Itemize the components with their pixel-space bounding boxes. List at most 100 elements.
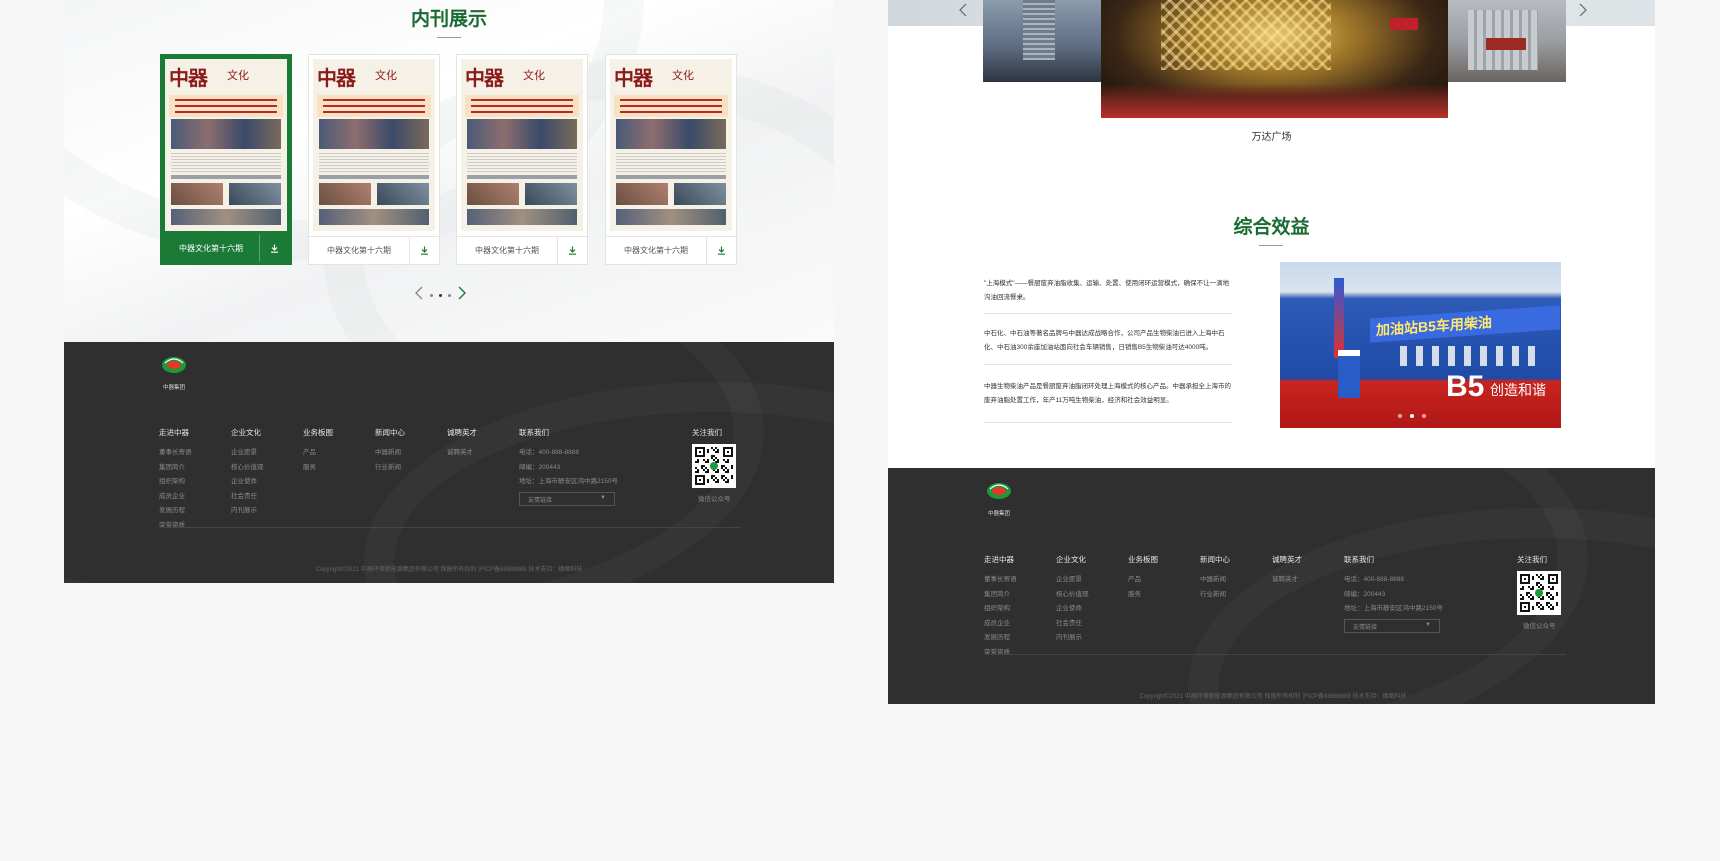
footer-link[interactable]: 行业新闻 bbox=[1200, 588, 1226, 598]
footer-link[interactable]: 企业愿景 bbox=[1056, 573, 1082, 583]
footer-column-title: 企业文化 bbox=[231, 428, 261, 437]
wechat-qr-code bbox=[1517, 571, 1561, 615]
footer-link[interactable]: 董事长寄语 bbox=[984, 573, 1017, 583]
project-image-main[interactable] bbox=[1101, 0, 1448, 118]
friend-links-select[interactable]: 友情链接 ▼ bbox=[1344, 619, 1440, 633]
footer-logo[interactable]: 中器集团 bbox=[159, 356, 189, 391]
footer-column-title: 新闻中心 bbox=[375, 428, 405, 437]
footer-address: 地址：上海市静安区鸿中路2150号 bbox=[1344, 605, 1443, 612]
pager-dot[interactable] bbox=[430, 294, 433, 297]
chevron-left-icon[interactable] bbox=[414, 286, 424, 305]
footer-link[interactable]: 发展历程 bbox=[984, 631, 1010, 641]
footer-link[interactable]: 产品 bbox=[1128, 573, 1141, 583]
photo-dot[interactable] bbox=[1422, 414, 1426, 418]
chevron-right-icon[interactable] bbox=[1578, 2, 1588, 21]
footer-link[interactable]: 内刊展示 bbox=[1056, 631, 1082, 641]
footer-column-title: 关注我们 bbox=[692, 428, 722, 437]
copyright-text: Copyright©2021 中器环保新能源集团有限公司 保留所有权利 沪ICP… bbox=[1139, 694, 1407, 700]
magazine-cover[interactable]: 中器 文化 bbox=[610, 59, 732, 231]
footer-link[interactable]: 董事长寄语 bbox=[159, 446, 192, 456]
photo-b5-text: B5 bbox=[1446, 370, 1485, 403]
chevron-down-icon: ▼ bbox=[1425, 622, 1431, 628]
select-placeholder: 友情链接 bbox=[528, 497, 553, 504]
magazine-cover[interactable]: 中器 文化 bbox=[461, 59, 583, 231]
footer-column-title: 诚聘英才 bbox=[447, 428, 477, 437]
footer-link[interactable]: 发展历程 bbox=[159, 504, 185, 514]
footer-link[interactable]: 集团简介 bbox=[159, 461, 185, 471]
footer-link[interactable]: 中器新闻 bbox=[375, 446, 401, 456]
copyright-text: Copyright©2021 中器环保新能源集团有限公司 保留所有权利 沪ICP… bbox=[315, 567, 583, 573]
footer-link[interactable]: 企业使命 bbox=[1056, 602, 1082, 612]
section-title: 内刊展示 bbox=[410, 9, 487, 30]
cover-logo-sub: 文化 bbox=[523, 69, 545, 82]
magazine-title[interactable]: 中器文化第十六期 bbox=[457, 245, 557, 256]
footer-link[interactable]: 组织架构 bbox=[159, 475, 185, 485]
footer-link[interactable]: 中器新闻 bbox=[1200, 573, 1226, 583]
footer-link[interactable]: 服务 bbox=[303, 461, 316, 471]
divider bbox=[984, 364, 1232, 365]
magazine-cover[interactable]: 中器 文化 bbox=[165, 59, 287, 231]
footer-link[interactable]: 成员企业 bbox=[159, 490, 185, 500]
benefit-paragraph: 中器生物柴油产品是餐厨废弃油脂闭环处理上海模式的核心产品。中器承担全上海市的废弃… bbox=[984, 383, 1231, 404]
footer-postcode: 邮编：200443 bbox=[519, 463, 561, 471]
pager-dot[interactable] bbox=[448, 294, 451, 297]
download-icon[interactable] bbox=[557, 236, 587, 265]
project-slider: 万达广场 bbox=[888, 0, 1655, 143]
magazine-card[interactable]: 中器 文化中器文化第十六期 bbox=[456, 54, 588, 265]
footer-divider bbox=[159, 527, 741, 528]
magazine-card[interactable]: 中器 文化中器文化第十六期 bbox=[160, 54, 292, 265]
pager-dot[interactable] bbox=[439, 294, 442, 297]
footer-column-title: 走进中器 bbox=[984, 555, 1014, 564]
photo-dot[interactable] bbox=[1410, 414, 1414, 418]
download-icon[interactable] bbox=[409, 236, 439, 265]
footer-link[interactable]: 诚聘英才 bbox=[447, 446, 473, 456]
footer-link[interactable]: 核心价值观 bbox=[231, 461, 264, 471]
project-image-prev[interactable] bbox=[983, 0, 1101, 82]
qr-caption: 微信公众号 bbox=[698, 496, 731, 503]
divider bbox=[984, 422, 1232, 423]
magazine-cover[interactable]: 中器 文化 bbox=[313, 59, 435, 231]
footer-link[interactable]: 产品 bbox=[303, 446, 316, 456]
download-icon[interactable] bbox=[706, 236, 736, 265]
footer-link[interactable]: 服务 bbox=[1128, 588, 1141, 598]
chevron-right-icon[interactable] bbox=[457, 286, 467, 305]
chevron-down-icon: ▼ bbox=[600, 495, 606, 501]
magazine-title[interactable]: 中器文化第十六期 bbox=[309, 245, 409, 256]
magazine-title[interactable]: 中器文化第十六期 bbox=[163, 243, 259, 254]
footer-logo[interactable]: 中器集团 bbox=[984, 482, 1014, 517]
footer-link[interactable]: 成员企业 bbox=[984, 617, 1010, 627]
footer-link[interactable]: 行业新闻 bbox=[375, 461, 401, 471]
footer-link[interactable]: 内刊展示 bbox=[231, 504, 257, 514]
select-placeholder: 友情链接 bbox=[1353, 624, 1378, 631]
site-footer: 中器集团 走进中器 董事长寄语 集团简介 组织架构 成员企业 发展历程 荣誉资质 企业文化 企业愿… bbox=[888, 468, 1655, 704]
footer-logo-text: 中器集团 bbox=[162, 385, 185, 391]
footer-link[interactable]: 社会责任 bbox=[1056, 617, 1082, 627]
footer-link[interactable]: 企业使命 bbox=[231, 475, 257, 485]
photo-pager bbox=[1398, 414, 1426, 418]
project-image-next[interactable] bbox=[1448, 0, 1566, 82]
left-page-mockup: 内刊展示 中器 文化 中器文化第十六期 中器 文化 中器文化第十六期 中器 文化 中器文化第十六… bbox=[64, 0, 834, 583]
footer-link[interactable]: 企业愿景 bbox=[231, 446, 257, 456]
footer-column-title: 企业文化 bbox=[1056, 555, 1086, 564]
footer-link[interactable]: 组织架构 bbox=[984, 602, 1010, 612]
footer-link[interactable]: 社会责任 bbox=[231, 490, 257, 500]
friend-links-select[interactable]: 友情链接 ▼ bbox=[519, 492, 615, 506]
chevron-left-icon[interactable] bbox=[958, 2, 968, 21]
footer-logo-text: 中器集团 bbox=[987, 511, 1010, 517]
footer-link[interactable]: 诚聘英才 bbox=[1272, 573, 1298, 583]
divider bbox=[984, 313, 1232, 314]
download-icon[interactable] bbox=[259, 234, 289, 262]
footer-column-title: 走进中器 bbox=[159, 428, 189, 437]
magazine-card[interactable]: 中器 文化中器文化第十六期 bbox=[605, 54, 737, 265]
footer-column-title: 业务板图 bbox=[303, 428, 333, 437]
footer-link[interactable]: 集团简介 bbox=[984, 588, 1010, 598]
footer-phone: 电话：400-888-8888 bbox=[519, 449, 579, 456]
footer-address: 地址：上海市静安区鸿中路2150号 bbox=[519, 478, 618, 485]
footer-column-title: 联系我们 bbox=[1344, 555, 1374, 564]
magazine-card[interactable]: 中器 文化中器文化第十六期 bbox=[308, 54, 440, 265]
footer-divider bbox=[984, 654, 1566, 655]
footer-link[interactable]: 核心价值观 bbox=[1056, 588, 1089, 598]
photo-b5-subtext: 创造和谐 bbox=[1490, 382, 1546, 398]
photo-dot[interactable] bbox=[1398, 414, 1402, 418]
magazine-title[interactable]: 中器文化第十六期 bbox=[606, 245, 706, 256]
